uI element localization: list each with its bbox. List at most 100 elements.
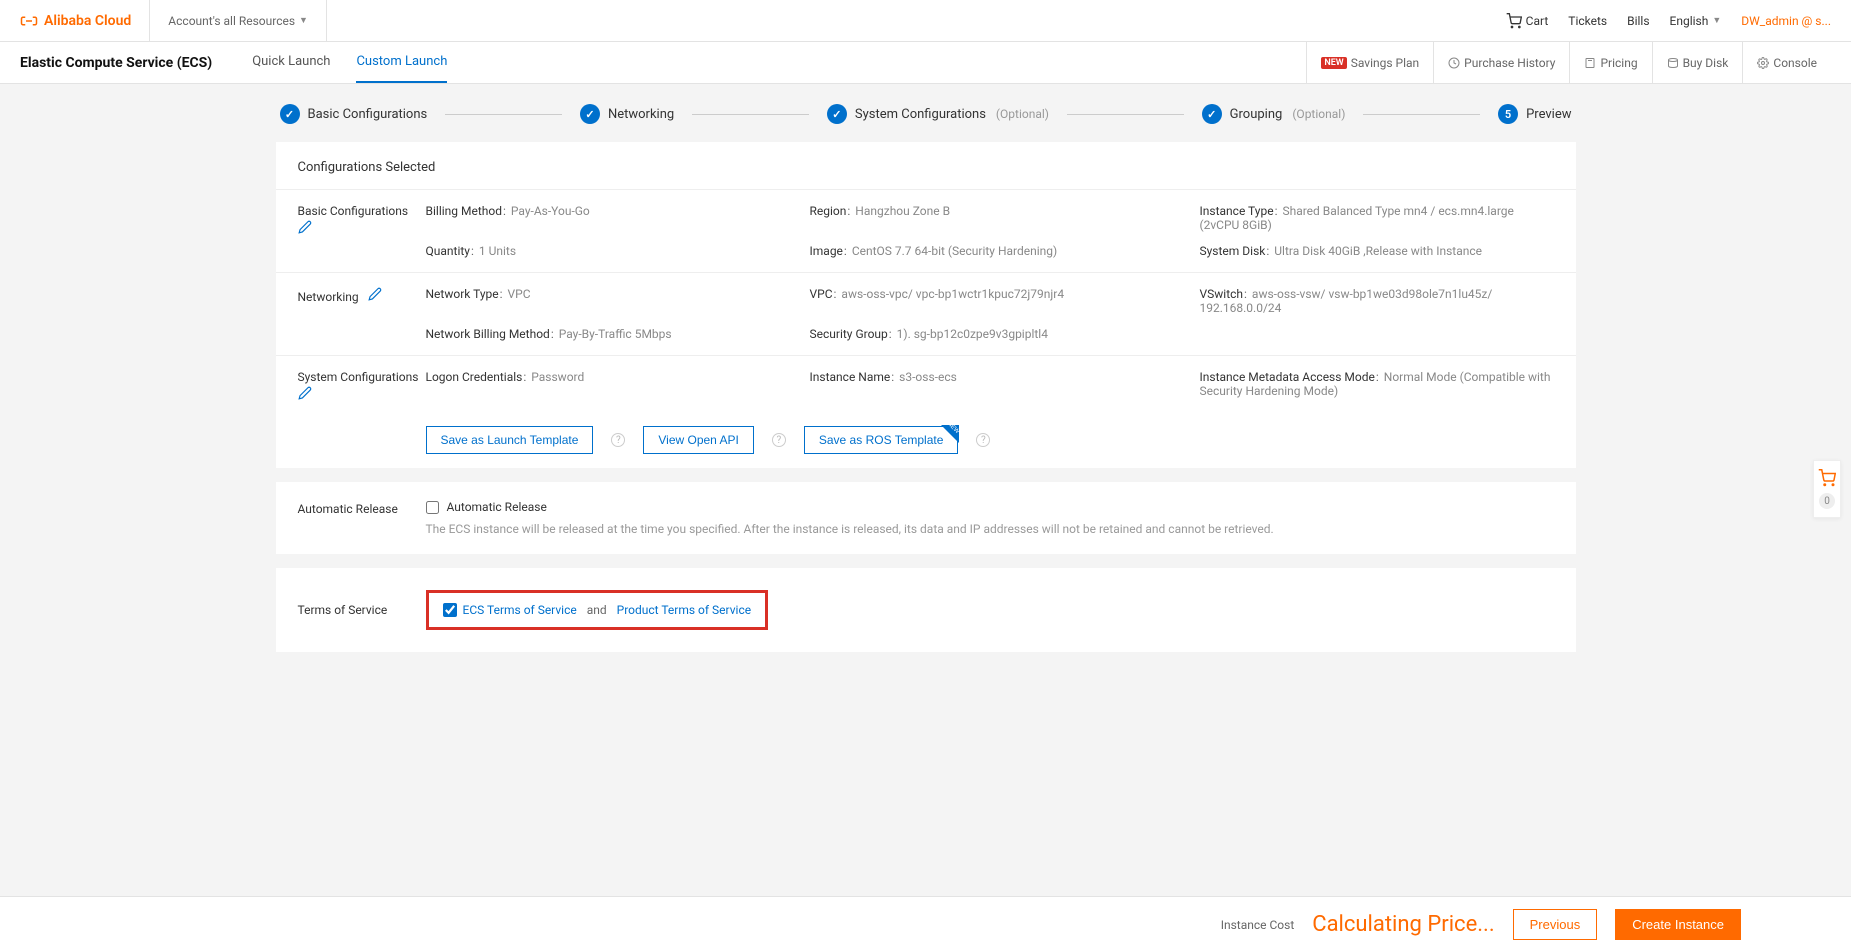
auto-release-note: The ECS instance will be released at the… (426, 522, 1554, 536)
step-line (1067, 114, 1184, 115)
savings-plan-link[interactable]: NEW Savings Plan (1306, 42, 1433, 84)
image-value: CentOS 7.7 64-bit (Security Hardening) (852, 244, 1057, 258)
step-optional: (Optional) (1292, 107, 1345, 121)
vpc-value: aws-oss-vpc/ vpc-bp1wctr1kpuc72j79njr4 (841, 287, 1064, 301)
help-icon[interactable]: ? (611, 433, 625, 447)
step-grouping[interactable]: ✓ Grouping (Optional) (1202, 104, 1346, 124)
step-grouping-label: Grouping (1230, 107, 1283, 122)
new-badge: NEW (1321, 57, 1346, 69)
page-title: Elastic Compute Service (ECS) (20, 55, 212, 71)
check-icon: ✓ (280, 104, 300, 124)
auto-release-check-label: Automatic Release (447, 500, 547, 514)
bills-link[interactable]: Bills (1627, 14, 1649, 28)
pricing-link[interactable]: Pricing (1569, 42, 1651, 84)
help-icon[interactable]: ? (976, 433, 990, 447)
clock-icon (1448, 57, 1460, 69)
save-ros-label: Save as ROS Template (819, 433, 944, 447)
tickets-link[interactable]: Tickets (1568, 14, 1607, 28)
instance-name-value: s3-oss-ecs (899, 370, 957, 384)
section-networking: Networking Network Type: VPC VPC: aws-os… (276, 272, 1576, 355)
tos-card: Terms of Service ECS Terms of Service an… (276, 568, 1576, 652)
quantity-key: Quantity (426, 244, 470, 258)
pencil-icon (298, 386, 312, 400)
pencil-icon (298, 220, 312, 234)
logon-key: Logon Credentials (426, 370, 523, 384)
save-launch-template-button[interactable]: Save as Launch Template (426, 426, 594, 454)
step-system-label: System Configurations (855, 107, 986, 122)
tickets-label: Tickets (1568, 14, 1607, 28)
language-selector[interactable]: English ▼ (1670, 14, 1722, 28)
top-header: Alibaba Cloud Account's all Resources ▼ … (0, 0, 1851, 42)
template-buttons: Save as Launch Template ? View Open API … (426, 426, 1554, 454)
tab-quick-launch[interactable]: Quick Launch (252, 42, 330, 83)
save-ros-template-button[interactable]: Save as ROS Template (804, 426, 959, 454)
system-disk-key: System Disk (1200, 244, 1266, 258)
header-divider (149, 0, 150, 42)
vpc-key: VPC (810, 287, 833, 301)
step-number: 5 (1498, 104, 1518, 124)
main: ✓ Basic Configurations ✓ Networking ✓ Sy… (0, 84, 1851, 952)
ecs-tos-link[interactable]: ECS Terms of Service (463, 603, 577, 617)
region-key: Region (810, 204, 847, 218)
instance-cost-label: Instance Cost (1221, 918, 1295, 932)
security-group-key: Security Group (810, 327, 888, 341)
cart-link[interactable]: Cart (1506, 13, 1549, 29)
network-type-key: Network Type (426, 287, 499, 301)
quantity-value: 1 Units (479, 244, 516, 258)
previous-label: Previous (1530, 917, 1581, 932)
console-label: Console (1773, 56, 1817, 70)
side-cart-widget[interactable]: 0 (1813, 460, 1841, 518)
logon-value: Password (531, 370, 584, 384)
metadata-key: Instance Metadata Access Mode (1200, 370, 1375, 384)
view-api-label: View Open API (658, 433, 739, 447)
step-basic[interactable]: ✓ Basic Configurations (280, 104, 428, 124)
step-preview[interactable]: 5 Preview (1498, 104, 1571, 124)
step-networking[interactable]: ✓ Networking (580, 104, 674, 124)
account-selector[interactable]: Account's all Resources ▼ (168, 14, 308, 28)
cart-icon (1818, 469, 1836, 487)
console-link[interactable]: Console (1742, 42, 1831, 84)
user-link[interactable]: DW_admin @ s... (1741, 14, 1831, 28)
tos-checkbox[interactable] (443, 603, 457, 617)
step-preview-label: Preview (1526, 107, 1571, 122)
buy-disk-label: Buy Disk (1683, 56, 1729, 70)
section-system: System Configurations Logon Credentials:… (276, 355, 1576, 468)
auto-release-checkbox[interactable] (426, 501, 439, 514)
view-open-api-button[interactable]: View Open API (643, 426, 754, 454)
calculator-icon (1584, 57, 1596, 69)
network-type-value: VPC (508, 287, 531, 301)
edit-system-button[interactable] (298, 386, 312, 403)
tab-custom-launch[interactable]: Custom Launch (356, 42, 447, 83)
chevron-down-icon: ▼ (299, 15, 308, 26)
edit-basic-button[interactable] (298, 220, 312, 237)
system-disk-value: Ultra Disk 40GiB ,Release with Instance (1274, 244, 1482, 258)
stepper: ✓ Basic Configurations ✓ Networking ✓ Sy… (276, 104, 1576, 124)
brand-logo[interactable]: Alibaba Cloud (20, 12, 131, 30)
new-corner-badge (941, 425, 959, 443)
step-optional: (Optional) (996, 107, 1049, 121)
step-basic-label: Basic Configurations (308, 107, 428, 122)
step-system[interactable]: ✓ System Configurations (Optional) (827, 104, 1049, 124)
auto-release-card: Automatic Release Automatic Release The … (276, 482, 1576, 554)
chevron-down-icon: ▼ (1712, 15, 1721, 26)
product-tos-link[interactable]: Product Terms of Service (617, 603, 751, 617)
brand-text: Alibaba Cloud (44, 13, 131, 29)
disk-icon (1667, 57, 1679, 69)
sub-header: Elastic Compute Service (ECS) Quick Laun… (0, 42, 1851, 84)
create-instance-button[interactable]: Create Instance (1615, 909, 1741, 940)
buy-disk-link[interactable]: Buy Disk (1652, 42, 1743, 84)
save-launch-label: Save as Launch Template (441, 433, 579, 447)
section-basic: Basic Configurations Billing Method: Pay… (276, 189, 1576, 272)
auto-release-checkbox-row[interactable]: Automatic Release (426, 500, 1554, 514)
help-icon[interactable]: ? (772, 433, 786, 447)
user-label: DW_admin @ s... (1741, 14, 1831, 28)
purchase-history-label: Purchase History (1464, 56, 1555, 70)
section-system-label: System Configurations (298, 370, 426, 454)
edit-networking-button[interactable] (368, 290, 382, 304)
purchase-history-link[interactable]: Purchase History (1433, 42, 1569, 84)
tabs: Quick Launch Custom Launch (252, 42, 447, 83)
pencil-icon (368, 287, 382, 301)
top-links: Cart Tickets Bills English ▼ DW_admin @ … (1506, 13, 1831, 29)
check-icon: ✓ (1202, 104, 1222, 124)
previous-button[interactable]: Previous (1513, 909, 1598, 940)
